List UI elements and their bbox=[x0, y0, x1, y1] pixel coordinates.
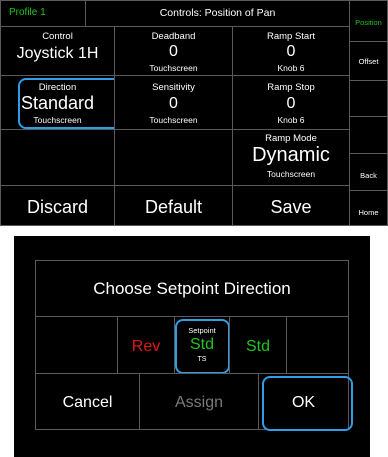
option-empty-right bbox=[286, 316, 349, 374]
setpoint-label: Setpoint bbox=[188, 326, 216, 335]
empty-cell-1 bbox=[0, 129, 115, 186]
side-tab-home[interactable]: Home bbox=[349, 190, 388, 226]
ramp-stop-label: Ramp Stop bbox=[267, 82, 315, 93]
setpoint-dialog-screen: Choose Setpoint Direction Rev Setpoint S… bbox=[14, 236, 370, 457]
side-tab-back[interactable]: Back bbox=[349, 153, 388, 191]
empty-cell-2 bbox=[114, 129, 233, 186]
std-button[interactable]: Std bbox=[229, 316, 287, 374]
header-title-bar: Controls: Position of Pan bbox=[85, 0, 350, 27]
assign-label: Assign bbox=[174, 394, 224, 411]
side-tab-position-label: Position bbox=[355, 18, 382, 27]
discard-label: Discard bbox=[26, 197, 88, 217]
deadband-cell[interactable]: Deadband 0 Touchscreen bbox=[114, 26, 233, 76]
ok-label: OK bbox=[291, 394, 316, 411]
deadband-value: 0 bbox=[169, 43, 178, 60]
ramp-mode-label: Ramp Mode bbox=[265, 133, 317, 144]
side-tab-back-label: Back bbox=[360, 171, 377, 180]
default-label: Default bbox=[144, 197, 203, 217]
profile-tab[interactable]: Profile 1 bbox=[0, 0, 86, 27]
cancel-button[interactable]: Cancel bbox=[35, 373, 140, 430]
save-label: Save bbox=[270, 197, 312, 217]
ramp-mode-value: Dynamic bbox=[252, 144, 330, 166]
deadband-label: Deadband bbox=[151, 31, 196, 42]
direction-value: Standard bbox=[20, 93, 95, 113]
ramp-start-source: Knob 6 bbox=[277, 63, 305, 73]
direction-label: Direction bbox=[38, 82, 77, 93]
sensitivity-source: Touchscreen bbox=[149, 115, 198, 125]
side-tab-position[interactable]: Position bbox=[349, 0, 388, 42]
discard-button[interactable]: Discard bbox=[0, 185, 115, 226]
side-tab-empty-2 bbox=[349, 116, 388, 154]
ramp-stop-source: Knob 6 bbox=[277, 115, 305, 125]
sensitivity-value: 0 bbox=[169, 95, 178, 112]
deadband-source: Touchscreen bbox=[149, 63, 198, 73]
side-tab-empty-1 bbox=[349, 80, 388, 117]
controls-screen: Profile 1 Controls: Position of Pan Cont… bbox=[0, 0, 388, 226]
cancel-label: Cancel bbox=[62, 394, 113, 411]
ramp-mode-cell[interactable]: Ramp Mode Dynamic Touchscreen bbox=[232, 129, 350, 186]
ramp-start-label: Ramp Start bbox=[266, 31, 316, 42]
rev-label: Rev bbox=[131, 338, 161, 355]
ramp-start-cell[interactable]: Ramp Start 0 Knob 6 bbox=[232, 26, 350, 76]
direction-cell[interactable]: Direction Standard Touchscreen bbox=[0, 75, 115, 130]
dialog-title: Choose Setpoint Direction bbox=[93, 279, 291, 298]
side-tab-offset-label: Offset bbox=[358, 57, 379, 66]
sensitivity-cell[interactable]: Sensitivity 0 Touchscreen bbox=[114, 75, 233, 130]
side-tab-offset[interactable]: Offset bbox=[349, 41, 388, 81]
setpoint-value: Std bbox=[189, 336, 214, 353]
profile-label: Profile 1 bbox=[9, 7, 46, 18]
setpoint-current-button[interactable]: Setpoint Std TS bbox=[174, 316, 230, 374]
control-cell[interactable]: Control Joystick 1H bbox=[0, 26, 115, 76]
std-label: Std bbox=[245, 338, 270, 355]
ramp-mode-source: Touchscreen bbox=[266, 169, 316, 179]
control-value: Joystick 1H bbox=[16, 45, 99, 62]
assign-button: Assign bbox=[139, 373, 259, 430]
setpoint-source: TS bbox=[197, 356, 207, 363]
ramp-stop-value: 0 bbox=[286, 95, 296, 112]
ramp-stop-cell[interactable]: Ramp Stop 0 Knob 6 bbox=[232, 75, 350, 130]
option-empty-left bbox=[35, 316, 118, 374]
sensitivity-label: Sensitivity bbox=[152, 82, 195, 93]
direction-source: Touchscreen bbox=[33, 115, 82, 125]
ok-button[interactable]: OK bbox=[258, 373, 349, 430]
side-tab-home-label: Home bbox=[358, 208, 379, 217]
default-button[interactable]: Default bbox=[114, 185, 233, 226]
control-label: Control bbox=[42, 31, 73, 42]
dialog-title-bar: Choose Setpoint Direction bbox=[35, 260, 349, 317]
ramp-start-value: 0 bbox=[286, 43, 296, 60]
page-title: Controls: Position of Pan bbox=[159, 7, 276, 19]
rev-button[interactable]: Rev bbox=[117, 316, 175, 374]
save-button[interactable]: Save bbox=[232, 185, 350, 226]
